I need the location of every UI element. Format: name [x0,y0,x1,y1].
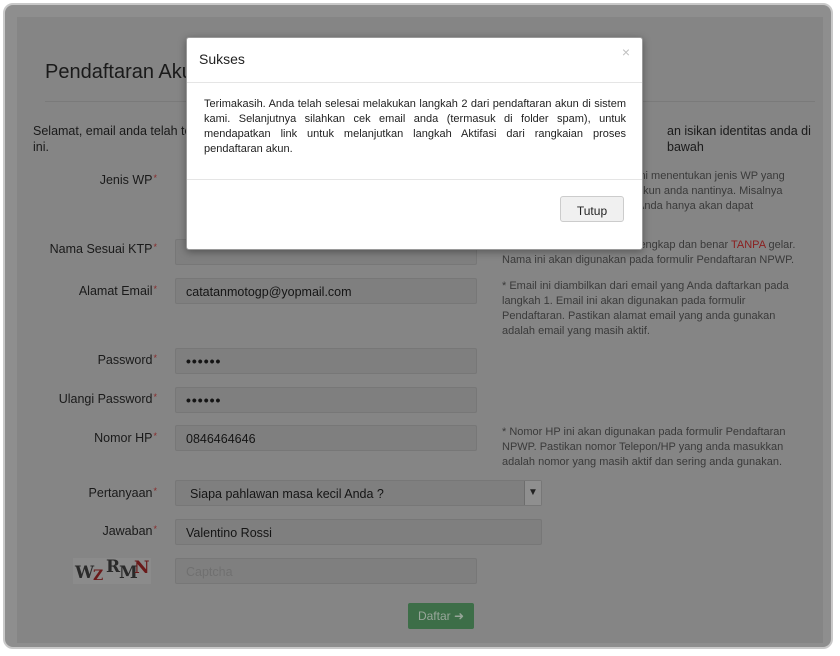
daftar-button[interactable]: Daftar ➜ [408,603,474,629]
label-nomor-hp: Nomor HP* [17,431,157,445]
label-nama: Nama Sesuai KTP* [17,242,157,256]
note-line: * Nomor HP ini akan digunakan pada formu… [502,426,786,438]
label-ulangi-password: Ulangi Password* [17,392,157,406]
email-input[interactable]: catatanmotogp@yopmail.com [175,278,477,304]
confirm-password-input[interactable]: •••••• [175,387,477,413]
note-line: akun anda nantinya. Misalnya [637,185,783,197]
screenshot-frame: Pendaftaran Akun Selamat, email anda tel… [3,3,833,649]
intro-right: an isikan identitas anda di bawah [667,124,811,154]
required-mark: * [153,242,157,252]
password-input[interactable]: •••••• [175,348,477,374]
note-line: ini menentukan jenis WP yang [637,170,785,182]
answer-input[interactable]: Valentino Rossi [175,519,542,545]
required-mark: * [153,173,157,183]
note-nama-red: TANPA [731,239,766,251]
required-mark: * [153,524,157,534]
required-mark: * [153,431,157,441]
note-line: * Email ini diambilkan dari email yang A… [502,280,789,292]
label-password: Password* [17,353,157,367]
note-line: Pendaftaran. Pastikan alamat email yang … [502,310,776,322]
required-mark: * [153,353,157,363]
label-jenis-wp-text: Jenis WP [99,173,153,187]
captcha-char: W [75,563,95,583]
required-mark: * [153,284,157,294]
label-jenis-wp: Jenis WP* [17,173,157,187]
note-nama-line2: Nama ini akan digunakan pada formulir Pe… [502,254,795,266]
label-email-text: Alamat Email [78,284,153,298]
label-nomor-hp-text: Nomor HP [94,431,153,445]
chevron-down-icon[interactable]: ▼ [524,481,541,505]
label-pertanyaan-text: Pertanyaan [88,486,153,500]
note-nama: lengkap dan benar TANPA gelar. [637,238,812,253]
label-jawaban-text: Jawaban [102,524,153,538]
label-pertanyaan: Pertanyaan* [17,486,157,500]
modal-message: Terimakasih. Anda telah selesai melakuka… [204,98,626,155]
daftar-button-label: Daftar [417,609,451,623]
close-icon[interactable]: × [622,44,630,60]
required-mark: * [153,486,157,496]
required-mark: * [153,392,157,402]
label-email: Alamat Email* [17,284,157,298]
modal-header: Sukses × [187,38,642,83]
captcha-image: W Z R M N [73,557,151,584]
success-modal: Sukses × Terimakasih. Anda telah selesai… [186,37,643,250]
note-email: * Email ini diambilkan dari email yang A… [502,279,792,339]
note-nama-part2: gelar. [765,239,796,251]
label-ulangi-password-text: Ulangi Password [58,392,153,406]
intro-left: Selamat, email anda telah terv [33,124,202,138]
arrow-circle-right-icon: ➜ [453,609,465,623]
security-question-value: Siapa pahlawan masa kecil Anda ? [190,487,384,501]
note-line: adalah email yang masih aktif. [502,325,650,337]
note-nama-part1: lengkap dan benar [637,239,731,251]
note-line: langkah 1. Email ini akan digunakan pada… [502,295,746,307]
note-line: adalah nomor yang masih aktif dan sering… [502,456,783,468]
security-question-select[interactable]: Siapa pahlawan masa kecil Anda ? ▼ [175,480,542,506]
label-jawaban: Jawaban* [17,524,157,538]
note-jenis-wp: ini menentukan jenis WP yang akun anda n… [637,169,807,214]
intro-left-line2: ini. [33,140,49,154]
note-line: NPWP. Pastikan nomor Telepon/HP yang and… [502,441,784,453]
modal-title: Sukses [199,51,245,67]
modal-footer: Tutup [187,179,642,250]
page-title: Pendaftaran Akun [45,61,205,83]
label-nama-text: Nama Sesuai KTP [49,242,153,256]
tutup-button[interactable]: Tutup [560,196,624,222]
captcha-char: Z [93,568,104,584]
note-line: Anda hanya akan dapat [637,200,754,212]
note-hp: * Nomor HP ini akan digunakan pada formu… [502,425,792,470]
phone-input[interactable]: 0846464646 [175,425,477,451]
captcha-input[interactable]: Captcha [175,558,477,584]
captcha-char: N [134,558,150,578]
label-password-text: Password [97,353,153,367]
